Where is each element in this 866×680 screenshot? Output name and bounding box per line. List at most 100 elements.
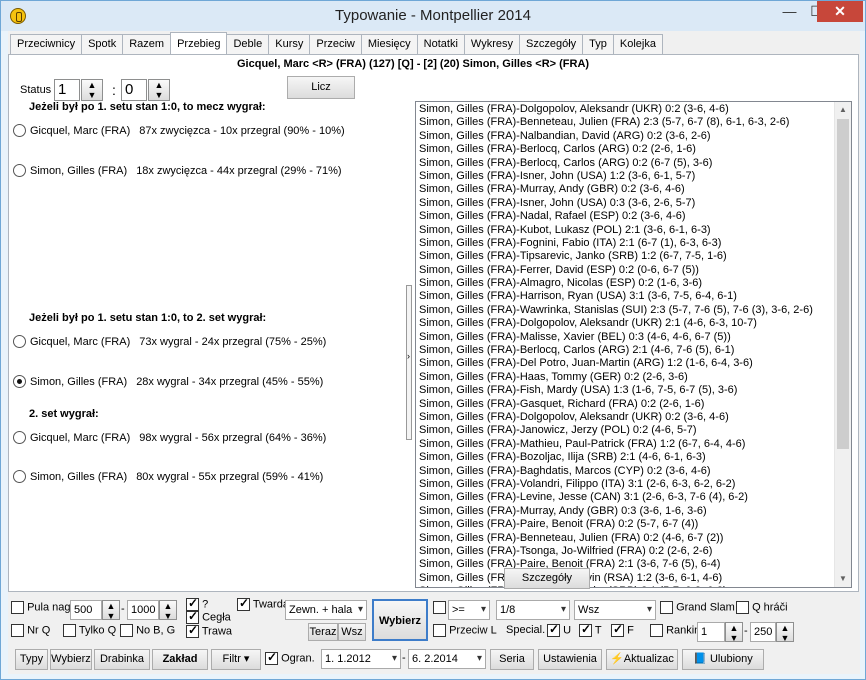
surface-twarda-row[interactable]: Twarda <box>237 596 289 611</box>
typy-button[interactable]: Typy <box>15 649 48 670</box>
scroll-thumb[interactable] <box>837 119 849 449</box>
list-item[interactable]: Simon, Gilles (FRA)-Fognini, Fabio (ITA)… <box>419 237 834 250</box>
list-item[interactable]: Simon, Gilles (FRA)-Tipsarevic, Janko (S… <box>419 250 834 263</box>
list-item[interactable]: Simon, Gilles (FRA)-Paire, Benoit (FRA) … <box>419 518 834 531</box>
grand-slam-checkbox[interactable] <box>660 601 673 614</box>
player-option[interactable]: Gicquel, Marc (FRA) 98x wygral - 56x prze… <box>13 431 326 444</box>
q-hraci-row[interactable]: Q hráči <box>736 601 788 614</box>
tab-kursy[interactable]: Kursy <box>268 34 311 54</box>
list-item[interactable]: Simon, Gilles (FRA)-Benneteau, Julien (F… <box>419 116 834 129</box>
scroll-up-icon[interactable]: ▲ <box>835 102 851 118</box>
ranking-row[interactable]: Rankin <box>650 624 700 637</box>
list-item[interactable]: Simon, Gilles (FRA)-Dolgopolov, Aleksand… <box>419 103 834 116</box>
list-item[interactable]: Simon, Gilles (FRA)-Del Potro, Juan-Mart… <box>419 357 834 370</box>
tylko-q-row[interactable]: Tylko Q <box>63 624 116 637</box>
tab-przeciwnicy[interactable]: Przeciwnicy <box>10 34 83 54</box>
radio-button[interactable] <box>13 124 26 137</box>
teraz-button[interactable]: Teraz <box>308 623 338 641</box>
rank-min-input[interactable]: 1 <box>697 622 725 642</box>
surface-trawa-row[interactable]: Trawa <box>186 623 232 638</box>
pula-max-stepper[interactable]: ▲ ▼ <box>159 600 177 621</box>
list-item[interactable]: Simon, Gilles (FRA)-Malisse, Xavier (BEL… <box>419 331 834 344</box>
wybierz-button[interactable]: Wybierz <box>50 649 92 670</box>
match-history-list[interactable]: Simon, Gilles (FRA)-Dolgopolov, Aleksand… <box>415 101 852 588</box>
round-select[interactable]: 1/8 <box>496 600 570 620</box>
licz-button[interactable]: Licz <box>287 76 355 99</box>
ustawienia-button[interactable]: Ustawienia <box>538 649 602 670</box>
list-item[interactable]: Simon, Gilles (FRA)-Paire, Benoit (FRA) … <box>419 558 834 571</box>
status-input-2[interactable]: 0 <box>121 79 147 101</box>
close-button[interactable]: ✕ <box>817 1 863 22</box>
pula-checkbox[interactable] <box>11 601 24 614</box>
special-f-checkbox[interactable] <box>611 622 624 637</box>
tab-typ[interactable]: Typ <box>582 34 614 54</box>
list-item[interactable]: Simon, Gilles (FRA)-Anderson, Kevin (RSA… <box>419 572 834 585</box>
list-item[interactable]: Simon, Gilles (FRA)-Isner, John (USA) 1:… <box>419 170 834 183</box>
pula-min-stepper[interactable]: ▲ ▼ <box>102 600 120 621</box>
pula-max-input[interactable]: 1000 <box>127 600 159 620</box>
tab-kolejka[interactable]: Kolejka <box>612 34 663 54</box>
radio-button[interactable] <box>13 470 26 483</box>
seria-button[interactable]: Seria <box>490 649 534 670</box>
radio-button[interactable] <box>13 164 26 177</box>
no-bg-row[interactable]: No B, G <box>120 624 175 637</box>
list-item[interactable]: Simon, Gilles (FRA)-Dolgopolov, Aleksand… <box>419 411 834 424</box>
player-option[interactable]: Simon, Gilles (FRA) 80x wygral - 55x prze… <box>13 470 323 483</box>
list-item[interactable]: Simon, Gilles (FRA)-Baghdatis, Marcos (C… <box>419 465 834 478</box>
list-item[interactable]: Simon, Gilles (FRA)-Ferrer, David (ESP) … <box>419 264 834 277</box>
status-stepper-2[interactable]: ▲ ▼ <box>148 79 170 101</box>
pula-min-input[interactable]: 500 <box>70 600 102 620</box>
list-item[interactable]: Simon, Gilles (FRA)-Levine, Jesse (CAN) … <box>419 491 834 504</box>
nr-q-row[interactable]: Nr Q <box>11 624 50 637</box>
rank-max-input[interactable]: 250 <box>750 622 776 642</box>
list-item[interactable]: Simon, Gilles (FRA)-Janowicz, Jerzy (POL… <box>419 424 834 437</box>
przeciw-l-row[interactable]: Przeciw L <box>433 624 497 637</box>
tab-szczeg-y[interactable]: Szczegóły <box>519 34 584 54</box>
list-item[interactable]: Simon, Gilles (FRA)-Almagro, Nicolas (ES… <box>419 277 834 290</box>
list-item[interactable]: Simon, Gilles (FRA)-Mathieu, Paul-Patric… <box>419 438 834 451</box>
scroll-down-icon[interactable]: ▼ <box>835 571 851 587</box>
list-item[interactable]: Simon, Gilles (FRA)-Haas, Tommy (GER) 0:… <box>419 371 834 384</box>
player-option[interactable]: Simon, Gilles (FRA) 18x zwycięzca - 44x p… <box>13 164 342 177</box>
list-item[interactable]: Simon, Gilles (FRA)-Gasquet, Richard (FR… <box>419 398 834 411</box>
list-item[interactable]: Simon, Gilles (FRA)-Murray, Andy (GBR) 0… <box>419 183 834 196</box>
compare-checkbox[interactable] <box>433 601 446 614</box>
tab-notatki[interactable]: Notatki <box>416 34 465 54</box>
list-item[interactable]: Simon, Gilles (FRA)-Isner, John (USA) 0:… <box>419 197 834 210</box>
list-item[interactable]: Simon, Gilles (FRA)-Berlocq, Carlos (ARG… <box>419 157 834 170</box>
tab-spotk[interactable]: Spotk <box>81 34 124 54</box>
ograniczenie-row[interactable]: Ogran. <box>265 650 315 665</box>
date-from-picker[interactable]: 1. 1.2012 <box>321 649 401 669</box>
no-bg-checkbox[interactable] <box>120 624 133 637</box>
compare-checkbox-row[interactable] <box>433 601 446 614</box>
tab-deble[interactable]: Deble <box>226 34 270 54</box>
list-item[interactable]: Simon, Gilles (FRA)-Nadal, Rafael (ESP) … <box>419 210 834 223</box>
rank-max-stepper[interactable]: ▲ ▼ <box>776 622 794 643</box>
list-item[interactable]: Simon, Gilles (FRA)-Dolgopolov, Aleksand… <box>419 317 834 330</box>
ograniczenie-checkbox[interactable] <box>265 650 278 665</box>
radio-button[interactable] <box>13 375 26 388</box>
surface-trawa-checkbox[interactable] <box>186 623 199 638</box>
hall-select[interactable]: Zewn. + hala <box>285 600 367 620</box>
list-item[interactable]: Simon, Gilles (FRA)-Nalbandian, David (A… <box>419 130 834 143</box>
tab-razem[interactable]: Razem <box>122 34 172 54</box>
list-item[interactable]: Simon, Gilles (FRA)-Wawrinka, Stanislas … <box>419 304 834 317</box>
grand-slam-row[interactable]: Grand Slam <box>660 601 735 614</box>
aktualizacja-button[interactable]: ⚡Aktualizac <box>606 649 678 670</box>
filtr-button[interactable]: Filtr ▾ <box>211 649 261 670</box>
player-option[interactable]: Gicquel, Marc (FRA) 87x zwycięzca - 10x p… <box>13 124 345 137</box>
special-t-checkbox[interactable] <box>579 622 592 637</box>
details-button[interactable]: Szczegóły <box>504 568 590 589</box>
list-item[interactable]: Simon, Gilles (FRA)-Fish, Mardy (USA) 1:… <box>419 384 834 397</box>
zaklad-button[interactable]: Zakład <box>152 649 208 670</box>
pula-checkbox-row[interactable]: Pula nagr <box>11 601 74 614</box>
list-item[interactable]: Simon, Gilles (FRA)-Berlocq, Carlos (ARG… <box>419 143 834 156</box>
tylko-q-checkbox[interactable] <box>63 624 76 637</box>
splitter[interactable] <box>406 285 412 440</box>
splitter-arrow-icon[interactable]: › <box>407 351 410 361</box>
minimize-button[interactable]: — <box>776 1 803 22</box>
player-option[interactable]: Simon, Gilles (FRA) 28x wygral - 34x prze… <box>13 375 323 388</box>
special-u-row[interactable]: U <box>547 622 571 637</box>
tour-select[interactable]: Wsz <box>574 600 656 620</box>
tab-przebieg[interactable]: Przebieg <box>170 32 228 54</box>
